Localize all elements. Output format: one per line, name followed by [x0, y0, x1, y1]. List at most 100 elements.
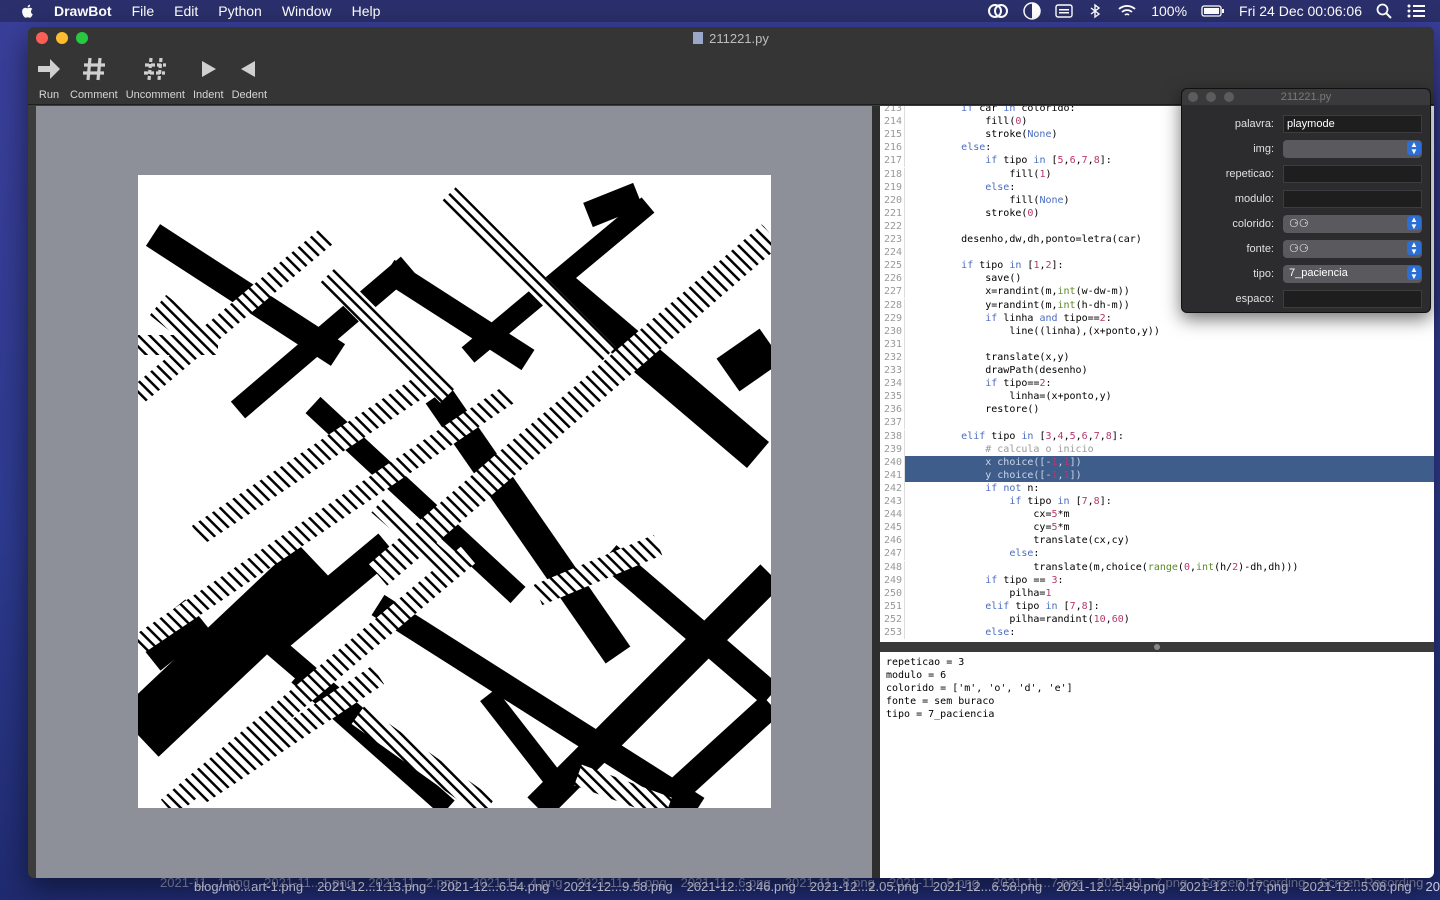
code-line[interactable]: 246 translate(cx,cy)	[880, 534, 1434, 548]
code-text: fill(1)	[913, 168, 1052, 180]
code-line[interactable]: 235 linha=(x+ponto,y)	[880, 390, 1434, 404]
code-line[interactable]: 233 drawPath(desenho)	[880, 364, 1434, 377]
code-line[interactable]: 248 translate(m,choice(range(0,int(h/2)-…	[880, 560, 1434, 574]
code-line[interactable]: 230 line((linha),(x+ponto,y))	[880, 324, 1434, 338]
colorido-select[interactable]: ⚆⚆ ▲ ▼	[1283, 215, 1422, 233]
keyboard-icon[interactable]	[1055, 3, 1073, 19]
code-line[interactable]: 243 if tipo in [7,8]:	[880, 495, 1434, 508]
code-line[interactable]: 239 # calcula o inicio	[880, 442, 1434, 456]
desktop-file-label[interactable]: blog/mo...art-1.png	[194, 879, 303, 894]
desktop-file-label[interactable]: 2021-12...1.13.png	[317, 879, 426, 894]
desktop-files: 2021-11...1.png 2021-11...1.png 2021-11...…	[160, 875, 1440, 900]
variables-panel: 211221.py palavra: playmode img: ▲ ▼ repe…	[1181, 88, 1431, 313]
palavra-input[interactable]: playmode	[1283, 115, 1422, 133]
creative-cloud-icon[interactable]	[987, 3, 1009, 19]
fonte-select[interactable]: ⚆⚆ ▲ ▼	[1283, 240, 1422, 258]
desktop-file-label[interactable]: 2021-12...3.46.png	[687, 879, 796, 894]
code-line[interactable]: 242 if not n:	[880, 481, 1434, 495]
code-text: cy=5*m	[913, 522, 1070, 534]
desktop-file-label[interactable]: 2021-12...0.17.png	[1179, 879, 1288, 894]
canvas-pane[interactable]	[36, 106, 872, 878]
vertical-splitter[interactable]	[872, 106, 880, 878]
dark-mode-icon[interactable]	[1023, 2, 1041, 20]
panel-close-button[interactable]	[1188, 92, 1198, 102]
uncomment-label: Uncomment	[125, 89, 185, 101]
comment-button[interactable]: Comment	[70, 53, 118, 101]
code-line[interactable]: 237	[880, 416, 1434, 430]
code-line[interactable]: 241 y choice([-1,1])	[880, 468, 1434, 482]
output-console[interactable]: repeticao = 3 modulo = 6 colorido = ['m'…	[880, 652, 1434, 878]
panel-titlebar[interactable]: 211221.py	[1182, 89, 1430, 105]
splitter-grip[interactable]	[1154, 644, 1160, 650]
clock[interactable]: Fri 24 Dec 00:06:06	[1239, 3, 1362, 19]
line-number: 247	[880, 547, 905, 561]
code-line[interactable]: 247 else:	[880, 547, 1434, 561]
code-text: translate(cx,cy)	[913, 535, 1130, 547]
spotlight-icon[interactable]	[1376, 3, 1392, 19]
line-number: 225	[880, 259, 905, 273]
code-line[interactable]: 236 restore()	[880, 403, 1434, 417]
dedent-button[interactable]: Dedent	[232, 53, 267, 101]
run-button[interactable]: Run	[36, 53, 62, 101]
code-line[interactable]: 231	[880, 337, 1434, 351]
desktop-file-label[interactable]: 2021-12...6.54.png	[440, 879, 549, 894]
menu-python[interactable]: Python	[218, 3, 262, 19]
menu-window[interactable]: Window	[282, 3, 332, 19]
bluetooth-icon[interactable]	[1087, 3, 1103, 19]
espaco-row: espaco:	[1182, 290, 1432, 310]
code-line[interactable]: 250 pilha=1	[880, 586, 1434, 600]
battery-icon[interactable]	[1201, 4, 1225, 18]
line-number: 251	[880, 599, 905, 613]
modulo-slider[interactable]	[1283, 190, 1422, 208]
horizontal-splitter[interactable]	[880, 642, 1434, 652]
espaco-slider[interactable]	[1283, 290, 1422, 308]
indent-button[interactable]: Indent	[193, 53, 224, 101]
code-line[interactable]: 245 cy=5*m	[880, 521, 1434, 535]
notification-center-icon[interactable]	[1406, 3, 1426, 19]
tipo-select[interactable]: 7_paciencia ▲ ▼	[1283, 265, 1422, 283]
line-number: 246	[880, 534, 905, 548]
desktop-file-label[interactable]: 2021-12...5.49.png	[1056, 879, 1165, 894]
hash-icon	[82, 57, 105, 81]
fonte-value: ⚆⚆	[1289, 243, 1309, 255]
line-number: 213	[880, 106, 905, 115]
code-line[interactable]: 234 if tipo==2:	[880, 377, 1434, 391]
code-text: if tipo==2:	[985, 378, 1052, 390]
code-text: restore()	[913, 404, 1040, 416]
desktop-file-label[interactable]: 2021-12...5.08.png	[1302, 879, 1411, 894]
panel-zoom-button[interactable]	[1224, 92, 1234, 102]
img-label: img:	[1253, 143, 1274, 155]
code-text: fill(None)	[913, 194, 1070, 206]
code-line[interactable]: 229 if linha and tipo==2:	[880, 311, 1434, 325]
img-select[interactable]: ▲ ▼	[1283, 140, 1422, 158]
code-line[interactable]: 238 elif tipo in [3,4,5,6,7,8]:	[880, 429, 1434, 443]
desktop-file-label[interactable]: 2021-12...2.05.png	[810, 879, 919, 894]
menu-help[interactable]: Help	[352, 3, 381, 19]
menu-file[interactable]: File	[132, 3, 155, 19]
code-line[interactable]: 253 else:	[880, 626, 1434, 639]
desktop-file-label[interactable]: 2021-12...9.58.png	[563, 879, 672, 894]
panel-minimize-button[interactable]	[1206, 92, 1216, 102]
espaco-label: espaco:	[1235, 293, 1274, 305]
apple-icon[interactable]	[20, 3, 36, 19]
code-line[interactable]: 244 cx=5*m	[880, 508, 1434, 522]
code-line[interactable]: 240 x choice([-1,1])	[880, 455, 1434, 469]
code-line[interactable]: 252 pilha=randint(10,60)	[880, 612, 1434, 626]
palavra-label: palavra:	[1234, 118, 1274, 130]
line-number: 249	[880, 573, 905, 587]
line-number: 235	[880, 390, 905, 404]
desktop-file-label[interactable]: 2021	[1426, 879, 1440, 894]
code-line[interactable]: 251 elif tipo in [7,8]:	[880, 599, 1434, 613]
menu-edit[interactable]: Edit	[174, 3, 198, 19]
line-number: 228	[880, 298, 905, 312]
code-text: linha=(x+ponto,y)	[913, 391, 1112, 403]
wifi-icon[interactable]	[1117, 3, 1137, 19]
menu-app-name[interactable]: DrawBot	[54, 3, 112, 19]
line-number: 238	[880, 429, 905, 443]
desktop-file-label[interactable]: 2021-12...6.58.png	[933, 879, 1042, 894]
tipo-value: 7_paciencia	[1289, 267, 1348, 279]
code-line[interactable]: 232 translate(x,y)	[880, 350, 1434, 364]
uncomment-button[interactable]: Uncomment	[126, 53, 185, 101]
repeticao-slider[interactable]	[1283, 165, 1422, 183]
code-line[interactable]: 249 if tipo == 3:	[880, 573, 1434, 587]
